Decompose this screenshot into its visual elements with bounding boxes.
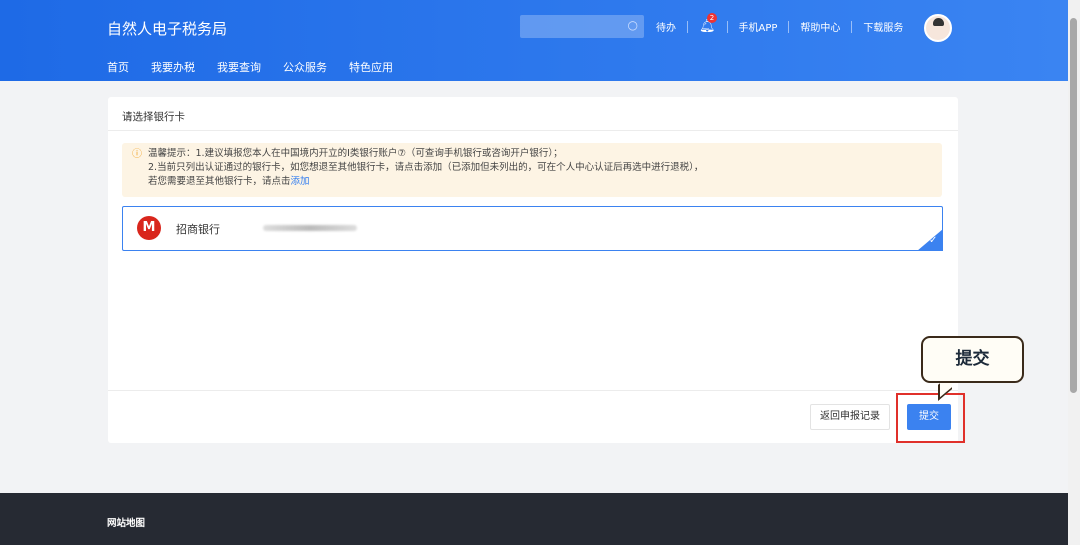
avatar[interactable]	[924, 14, 952, 42]
scrollbar-thumb[interactable]	[1070, 18, 1077, 393]
divider	[788, 20, 790, 33]
bank-name: 招商银行	[176, 223, 220, 236]
tip-alert: ⓘ 温馨提示：1.建议填报您本人在中国境内开立的Ⅰ类银行账户⑦（可查询手机银行或…	[122, 143, 942, 197]
bank-card-option[interactable]: M 招商银行 ✓	[122, 206, 943, 251]
link-mobile-app[interactable]: 手机APP	[739, 19, 778, 34]
bank-card-panel: 请选择银行卡 ⓘ 温馨提示：1.建议填报您本人在中国境内开立的Ⅰ类银行账户⑦（可…	[108, 97, 958, 443]
sitemap-link[interactable]: 网站地图	[107, 515, 145, 529]
link-help-center[interactable]: 帮助中心	[800, 19, 840, 34]
back-to-records-button[interactable]: 返回申报记录	[810, 404, 890, 430]
bell-icon[interactable]: 🔔︎ 2	[699, 13, 717, 34]
nav-featured-apps[interactable]: 特色应用	[349, 59, 393, 75]
highlight-box	[896, 393, 965, 443]
selected-check-icon: ✓	[917, 229, 943, 251]
divider	[687, 20, 688, 33]
link-todo[interactable]: 待办	[656, 19, 676, 34]
nav-query[interactable]: 我要查询	[217, 59, 261, 75]
divider	[108, 390, 958, 391]
tip-line-1: 温馨提示：1.建议填报您本人在中国境内开立的Ⅰ类银行账户⑦（可查询手机银行或咨询…	[148, 148, 563, 159]
cmb-logo-icon: M	[137, 216, 161, 240]
divider	[851, 20, 853, 33]
search-input[interactable]: ○	[520, 15, 644, 38]
search-icon[interactable]: ○	[628, 18, 638, 32]
add-card-link[interactable]: 添加	[291, 176, 310, 187]
footer: 网站地图	[0, 493, 1068, 545]
divider	[108, 130, 958, 131]
tip-line-3: 若您需要退至其他银行卡，请点击	[148, 176, 291, 187]
tip-line-2: 2.当前只列出认证通过的银行卡，如您想退至其他银行卡，请点击添加（已添加但未列出…	[148, 162, 704, 173]
masked-card-number	[263, 225, 357, 231]
nav-tax-handling[interactable]: 我要办税	[151, 59, 195, 75]
top-header: 自然人电子税务局 ○ 待办 🔔︎ 2 手机APP 帮助中心 下载服务 首页 我要办…	[0, 0, 1068, 81]
nav-home[interactable]: 首页	[107, 59, 129, 75]
info-icon: ⓘ	[132, 149, 142, 160]
panel-title: 请选择银行卡	[122, 111, 185, 123]
link-download[interactable]: 下载服务	[863, 19, 903, 34]
divider	[726, 20, 728, 33]
notification-badge: 2	[707, 13, 717, 23]
callout-annotation: 提交	[921, 336, 1024, 383]
nav-public-service[interactable]: 公众服务	[283, 59, 327, 75]
scrollbar[interactable]	[1068, 0, 1080, 545]
site-title[interactable]: 自然人电子税务局	[107, 18, 227, 39]
